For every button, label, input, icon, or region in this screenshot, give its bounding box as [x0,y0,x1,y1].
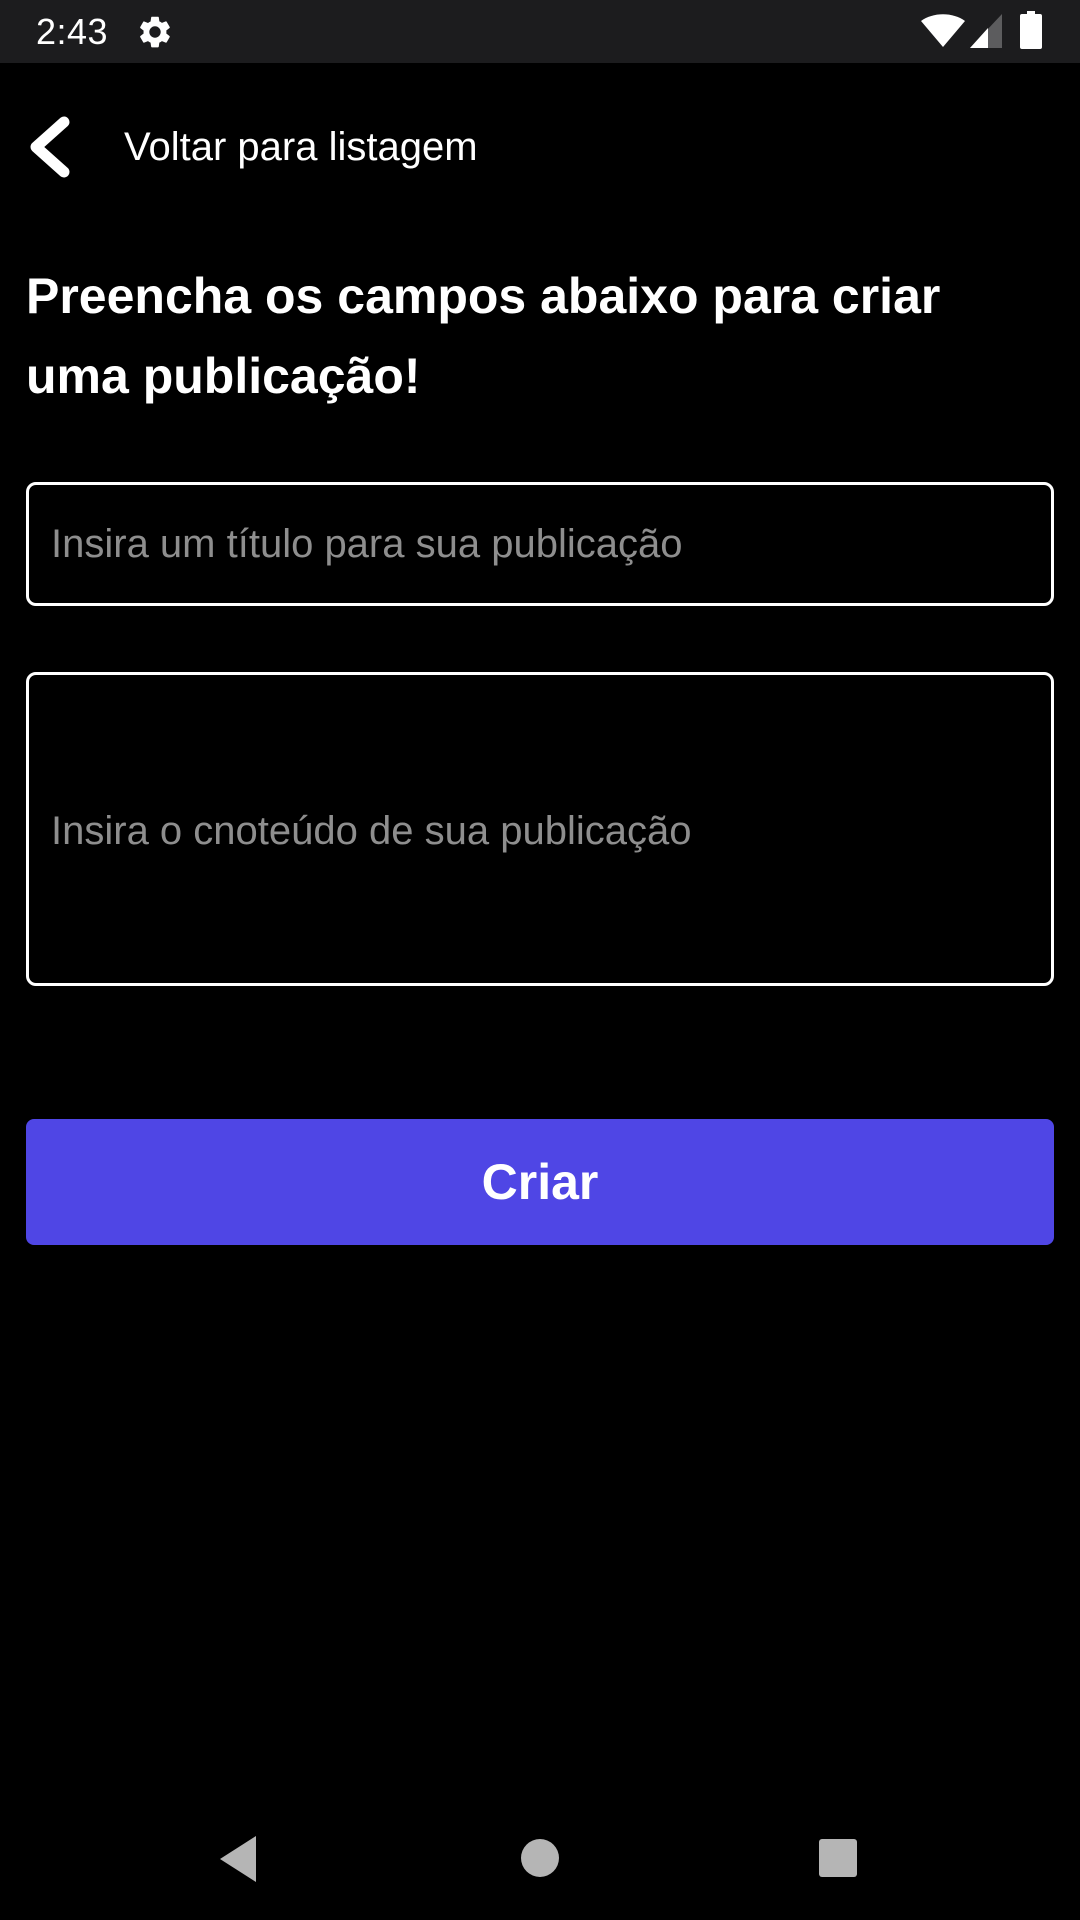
nav-recents-icon[interactable] [818,1838,858,1878]
status-bar: 2:43 [0,0,1080,63]
back-to-list-link[interactable]: Voltar para listagem [26,112,478,182]
navigation-bar [0,1800,1080,1920]
status-time: 2:43 [36,11,109,52]
nav-home-icon[interactable] [520,1838,560,1878]
create-button[interactable]: Criar [26,1119,1054,1245]
page-title: Preencha os campos abaixo para criar uma… [26,268,941,404]
title-input[interactable] [26,482,1054,606]
wifi-icon [921,14,965,47]
chevron-left-icon [30,116,70,178]
signal-icon [970,14,1002,48]
back-link-label: Voltar para listagem [124,124,478,169]
gear-icon [140,16,170,48]
content-textarea[interactable] [26,672,1054,986]
nav-back-icon[interactable] [216,1834,260,1884]
battery-icon [1020,11,1042,49]
